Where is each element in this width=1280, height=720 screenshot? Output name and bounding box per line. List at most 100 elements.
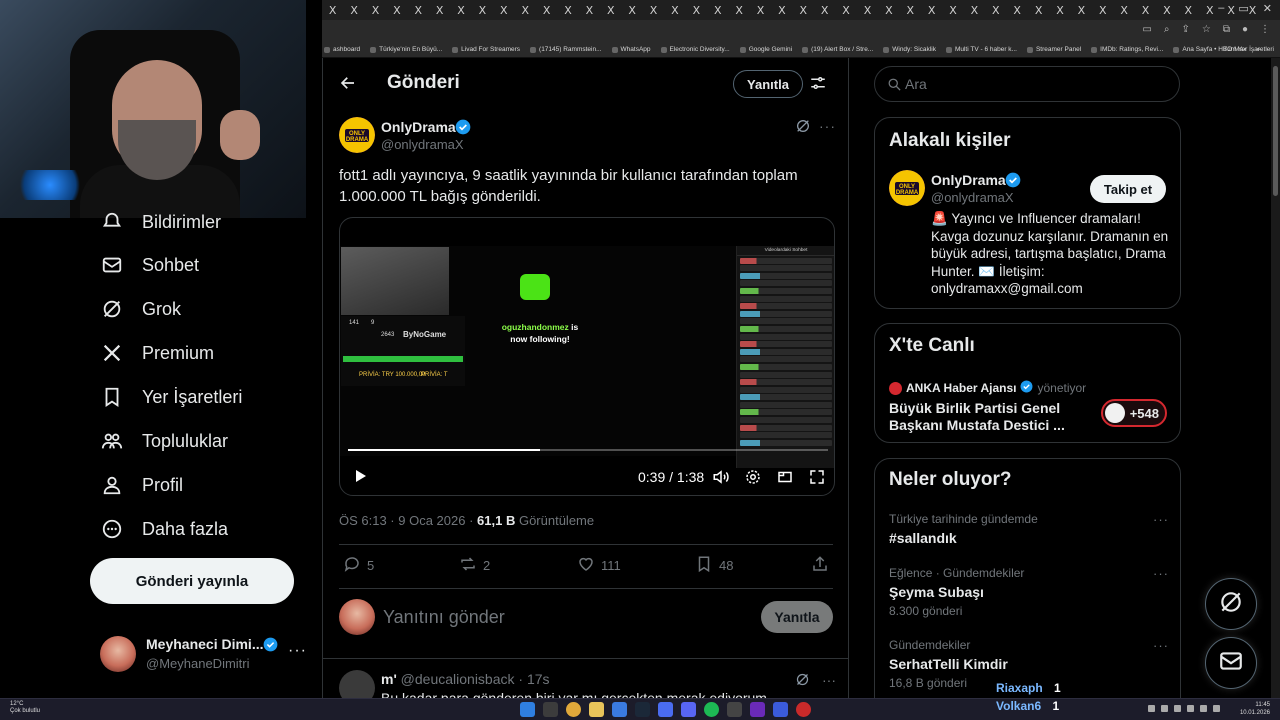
bookmark-item[interactable]: ashboard <box>324 46 360 53</box>
browser-tab[interactable]: X <box>1028 0 1049 20</box>
more-icon[interactable]: ··· <box>822 672 836 690</box>
discord-icon[interactable] <box>681 702 696 717</box>
browser-tab[interactable]: X <box>343 0 364 20</box>
profile-icon[interactable]: ● <box>1242 24 1248 35</box>
browser-tab[interactable]: X <box>728 0 749 20</box>
bookmark-item[interactable]: Streamer Panel <box>1026 46 1081 53</box>
more-icon[interactable]: ··· <box>1153 638 1169 653</box>
steam-icon[interactable] <box>635 702 650 717</box>
bookmark-item[interactable]: (19) Alert Box / Stre... <box>802 46 873 53</box>
more-icon[interactable]: ··· <box>288 642 307 660</box>
live-title[interactable]: Büyük Birlik Partisi Genel Başkanı Musta… <box>889 400 1089 434</box>
browser-tab[interactable]: X <box>900 0 921 20</box>
bookmark-item[interactable]: (17145) Rammstein... <box>530 46 602 53</box>
minimize-icon[interactable]: – <box>1218 2 1224 15</box>
search-input[interactable]: Ara <box>874 66 1180 102</box>
sliders-icon[interactable] <box>809 74 827 97</box>
app-icon[interactable] <box>658 702 673 717</box>
bookmark-item[interactable]: Windy: Sicaklik <box>883 46 936 53</box>
browser-tab[interactable]: X <box>1199 0 1220 20</box>
related-name[interactable]: OnlyDrama <box>931 172 1006 188</box>
play-icon[interactable] <box>352 468 368 489</box>
browser-tab[interactable]: X <box>621 0 642 20</box>
browser-tab[interactable]: X <box>878 0 899 20</box>
browser-tab[interactable]: X <box>643 0 664 20</box>
folder-icon[interactable] <box>589 702 604 717</box>
grok-icon[interactable] <box>795 672 810 690</box>
app-icon[interactable] <box>750 702 765 717</box>
app-icon[interactable] <box>612 702 627 717</box>
bookmark-item[interactable]: Google Gemini <box>739 46 792 53</box>
browser-tab[interactable]: X <box>793 0 814 20</box>
spotify-icon[interactable] <box>704 702 719 717</box>
cast-icon[interactable]: ▭ <box>1142 24 1151 35</box>
settings-gear-icon[interactable] <box>744 468 762 491</box>
browser-tab[interactable]: X <box>429 0 450 20</box>
author-handle[interactable]: @onlydramaX <box>381 137 464 152</box>
chrome-icon[interactable] <box>566 702 581 717</box>
bookmark-item[interactable]: Livad For Streamers <box>452 46 520 53</box>
trend-item[interactable]: Eğlence · Gündemdekiler Şeyma Subaşı 8.3… <box>889 566 1169 618</box>
bookmark-action[interactable]: 48 <box>695 555 733 576</box>
grok-icon[interactable] <box>795 118 811 139</box>
reply-action[interactable]: 5 <box>343 555 374 576</box>
browser-tab[interactable]: X <box>515 0 536 20</box>
zoom-icon[interactable]: ⌕ <box>1164 24 1170 35</box>
browser-tab[interactable]: X <box>1071 0 1092 20</box>
comment-author[interactable]: m' <box>381 671 397 687</box>
comment-handle[interactable]: @deucalionisback <box>401 671 515 687</box>
nav-item-more[interactable]: Daha fazla <box>100 517 228 541</box>
nav-item-bookmarks[interactable]: Yer İşaretleri <box>100 385 242 409</box>
nav-item-premium[interactable]: Premium <box>100 341 214 365</box>
comment-time[interactable]: · 17s <box>518 671 549 687</box>
browser-tab[interactable]: X <box>857 0 878 20</box>
share-action[interactable] <box>811 555 829 576</box>
browser-tab[interactable]: X <box>985 0 1006 20</box>
bookmark-item[interactable]: Electronic Diversity... <box>660 46 730 53</box>
maximize-icon[interactable]: ▭ <box>1238 2 1248 15</box>
bookmark-item[interactable]: Multi TV - 6 haber k... <box>945 46 1017 53</box>
browser-tab[interactable]: X <box>750 0 771 20</box>
bookmark-item[interactable]: WhatsApp <box>611 46 651 53</box>
more-icon[interactable]: ··· <box>1153 566 1169 581</box>
share-icon[interactable]: ⇪ <box>1181 24 1189 35</box>
browser-tab[interactable]: X <box>1049 0 1070 20</box>
browser-tab[interactable]: X <box>835 0 856 20</box>
messages-fab[interactable] <box>1205 637 1257 689</box>
all-bookmarks[interactable]: Tüm Yer İşaretleri <box>1223 46 1274 53</box>
trend-item[interactable]: Türkiye tarihinde gündemde #sallandık ··… <box>889 512 1169 546</box>
browser-tab[interactable]: X <box>579 0 600 20</box>
start-icon[interactable] <box>520 702 535 717</box>
browser-tab[interactable]: X <box>600 0 621 20</box>
reply-header-button[interactable]: Yanıtla <box>733 70 803 98</box>
menu-icon[interactable]: ⋮ <box>1260 24 1270 35</box>
nav-item-communities[interactable]: Topluluklar <box>100 429 228 453</box>
nav-item-grok[interactable]: Grok <box>100 297 181 321</box>
browser-tab[interactable]: X <box>386 0 407 20</box>
nav-item-chat[interactable]: Sohbet <box>100 253 199 277</box>
browser-tab[interactable]: X <box>472 0 493 20</box>
author-name[interactable]: OnlyDrama <box>381 119 456 135</box>
browser-tab[interactable]: X <box>557 0 578 20</box>
weather-widget[interactable]: 12°C Çok bulutlu <box>10 701 40 715</box>
clock[interactable]: 11:45 10.01.2026 <box>1240 701 1270 717</box>
extensions-icon[interactable]: ⧉ <box>1223 24 1230 35</box>
nav-item-notifications[interactable]: Bildirimler <box>100 210 221 234</box>
video-player[interactable]: 141 9 2643 ByNoGame PRİVİA: TRY 100.000,… <box>339 217 835 496</box>
browser-tab[interactable]: X <box>964 0 985 20</box>
follow-button[interactable]: Takip et <box>1090 175 1166 203</box>
live-host[interactable]: ANKA Haber Ajansı yönetiyor <box>889 380 1086 396</box>
close-window-icon[interactable]: ✕ <box>1263 2 1272 15</box>
related-handle[interactable]: @onlydramaX <box>931 190 1014 205</box>
fullscreen-icon[interactable] <box>808 468 826 491</box>
avatar[interactable] <box>339 670 375 700</box>
page-scrollbar[interactable] <box>1271 58 1280 700</box>
browser-tab[interactable]: X <box>771 0 792 20</box>
repost-action[interactable]: 2 <box>459 555 490 576</box>
more-icon[interactable]: ··· <box>1153 512 1169 527</box>
star-icon[interactable]: ☆ <box>1202 24 1211 35</box>
browser-tab[interactable]: X <box>921 0 942 20</box>
back-arrow-icon[interactable] <box>339 74 357 97</box>
browser-tab[interactable]: X <box>493 0 514 20</box>
grok-fab[interactable] <box>1205 578 1257 630</box>
